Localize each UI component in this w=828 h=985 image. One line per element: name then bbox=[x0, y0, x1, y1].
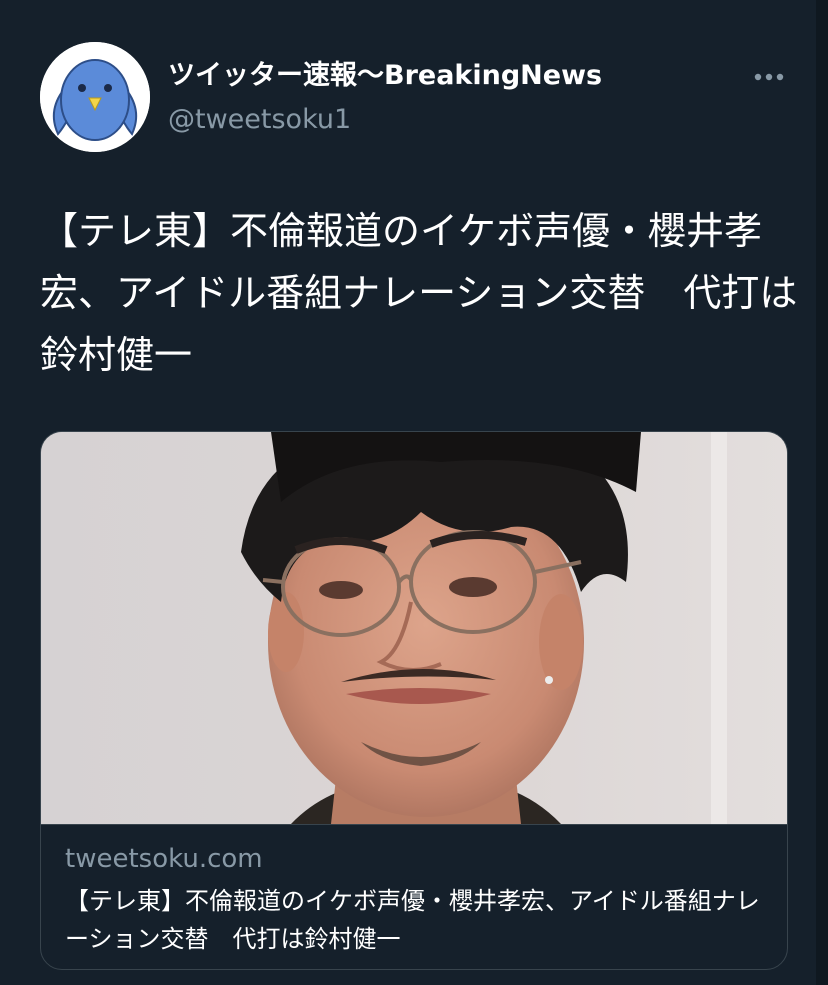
more-options-button[interactable] bbox=[748, 60, 790, 94]
tweet-text: 【テレ東】不倫報道のイケボ声優・櫻井孝宏、アイドル番組ナレーション交替 代打は鈴… bbox=[40, 209, 798, 377]
author-display-name[interactable]: ツイッター速報〜BreakingNews bbox=[168, 58, 602, 94]
card-photo bbox=[41, 432, 787, 824]
card-title: 【テレ東】不倫報道のイケボ声優・櫻井孝宏、アイドル番組ナレーション交替 代打は鈴… bbox=[65, 887, 760, 953]
card-body: tweetsoku.com 【テレ東】不倫報道のイケボ声優・櫻井孝宏、アイドル番… bbox=[65, 842, 765, 958]
link-card[interactable]: tweetsoku.com 【テレ東】不倫報道のイケボ声優・櫻井孝宏、アイドル番… bbox=[40, 431, 788, 970]
more-options-icon bbox=[754, 73, 784, 81]
bird-avatar-icon bbox=[40, 42, 150, 152]
author-info: ツイッター速報〜BreakingNews @tweetsoku1 bbox=[168, 58, 602, 138]
card-domain: tweetsoku.com bbox=[65, 844, 263, 874]
card-image bbox=[41, 432, 787, 825]
author-avatar[interactable] bbox=[40, 42, 150, 152]
window-edge bbox=[816, 0, 828, 985]
author-handle[interactable]: @tweetsoku1 bbox=[168, 102, 602, 138]
tweet: ツイッター速報〜BreakingNews @tweetsoku1 【テレ東】不倫… bbox=[0, 0, 828, 985]
